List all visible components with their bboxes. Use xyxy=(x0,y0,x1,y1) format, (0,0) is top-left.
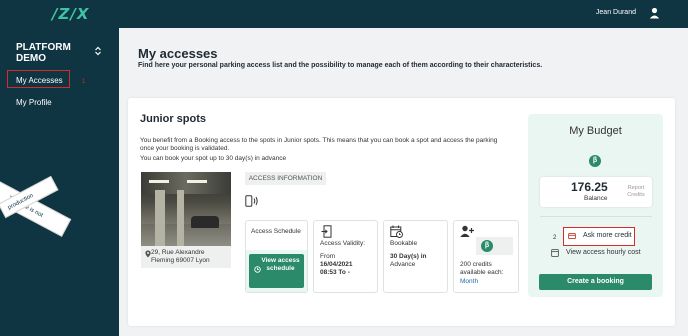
budget-divider xyxy=(540,216,652,217)
cost-icon xyxy=(551,249,559,257)
access-information-tab[interactable]: ACCESS INFORMATION xyxy=(245,172,326,185)
parking-photo xyxy=(141,172,231,246)
page-title: My accesses xyxy=(138,46,218,61)
access-title: Junior spots xyxy=(140,113,207,125)
balance-label: Balance xyxy=(584,195,608,202)
credits-period: Month xyxy=(460,278,479,285)
user-plus-icon xyxy=(460,225,474,237)
validity-from: From xyxy=(320,253,336,260)
parking-address: 29, Rue Alexandre Fleming 69007 Lyon xyxy=(151,249,210,264)
sidebar-item-my-profile[interactable]: My Profile xyxy=(16,98,52,107)
balance-value: 176.25 xyxy=(571,180,608,194)
platform-name[interactable]: PLATFORM DEMO xyxy=(16,42,96,64)
validity-time: 08:53 To - xyxy=(320,269,350,276)
chevron-updown-icon[interactable] xyxy=(94,46,102,56)
budget-coin-icon: β xyxy=(589,155,601,167)
top-bar xyxy=(0,0,688,28)
access-description-line-1: You benefit from a Booking access to the… xyxy=(140,137,498,144)
user-name[interactable]: Jean Durand xyxy=(596,9,636,16)
view-hourly-cost-link[interactable]: View access hourly cost xyxy=(566,249,641,256)
schedule-label: Access Schedule xyxy=(251,228,301,235)
create-booking-button[interactable]: Create a booking xyxy=(539,274,652,290)
bookable-days: 30 Day(s) in xyxy=(390,253,427,260)
app-logo[interactable]: /Z/X xyxy=(52,5,89,23)
credit-coin-icon: β xyxy=(481,240,493,252)
user-icon[interactable] xyxy=(649,7,660,19)
calendar-clock-icon xyxy=(390,225,403,238)
credit-request-icon xyxy=(568,233,576,240)
bookable-label: Bookable xyxy=(390,240,418,247)
sidebar-item-my-accesses[interactable]: My Accesses xyxy=(16,76,63,85)
access-description-line-3: You can book your spot up to 30 day(s) i… xyxy=(140,155,287,162)
page-subtitle: Find here your personal parking access l… xyxy=(138,62,543,69)
credits-available-each: available each: xyxy=(460,269,504,276)
budget-title: My Budget xyxy=(569,125,622,137)
nfc-phone-icon xyxy=(245,195,258,207)
access-door-icon xyxy=(321,225,332,238)
credits-amount: 200 credits xyxy=(460,261,492,268)
access-description-line-2: once your booking is validated. xyxy=(140,145,230,152)
bookable-advance: Advance xyxy=(390,261,416,268)
step-marker-2: 2 xyxy=(553,235,557,241)
clock-icon xyxy=(254,266,261,273)
step-marker-1: 1 xyxy=(82,79,86,85)
validity-date: 16/04/2021 xyxy=(320,261,353,268)
report-credits-label: Report Credits xyxy=(627,185,645,198)
validity-label: Access Validity: xyxy=(320,240,366,247)
